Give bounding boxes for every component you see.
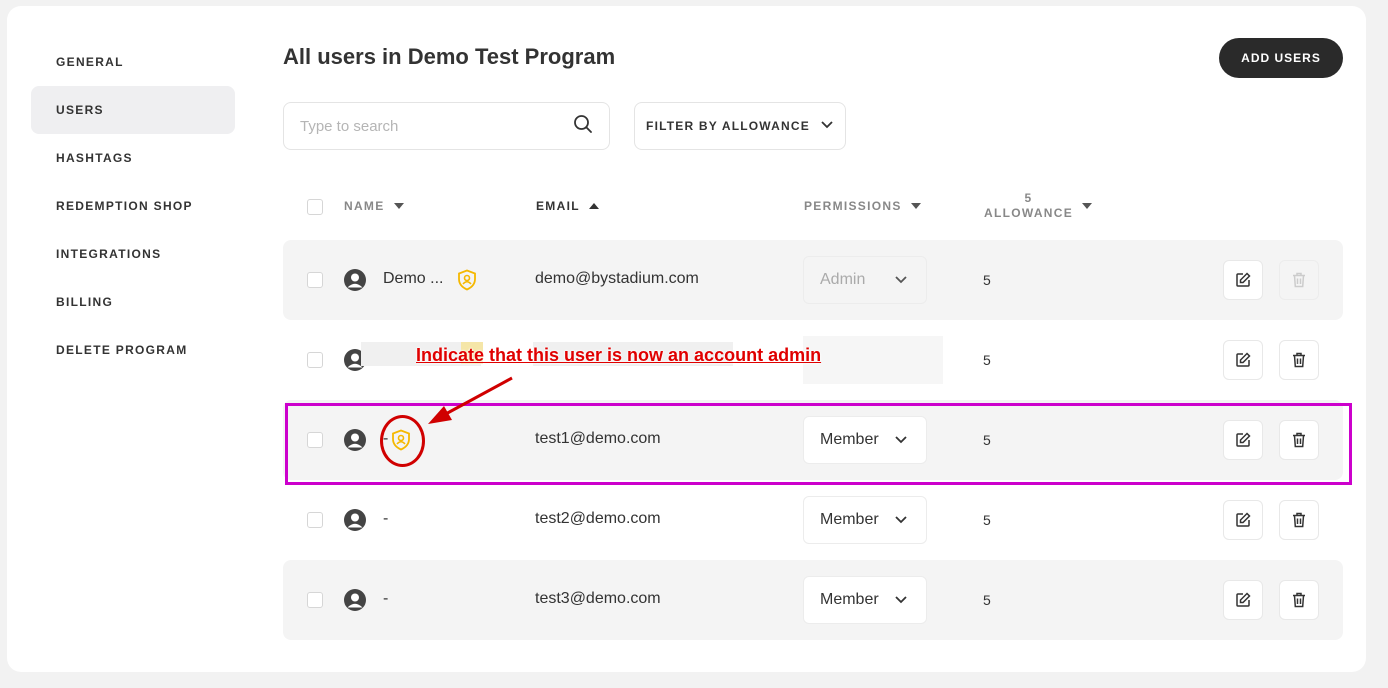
sidebar-item-delete-program[interactable]: DELETE PROGRAM xyxy=(31,326,235,374)
annotation-text: Indicate that this user is now an accoun… xyxy=(416,345,822,365)
sort-down-icon xyxy=(393,203,404,209)
delete-button[interactable] xyxy=(1279,340,1319,380)
admin-shield-icon xyxy=(458,269,476,291)
sort-down-icon xyxy=(910,203,921,209)
permission-select: Admin xyxy=(803,256,927,304)
edit-button[interactable] xyxy=(1223,500,1263,540)
column-header-email[interactable]: EMAIL xyxy=(536,199,600,213)
user-email: test2@demo.com xyxy=(535,510,661,527)
column-header-permissions[interactable]: PERMISSIONS xyxy=(804,199,922,213)
chevron-down-icon xyxy=(895,516,907,524)
chevron-down-icon xyxy=(895,596,907,604)
edit-button[interactable] xyxy=(1223,580,1263,620)
filter-label: FILTER BY ALLOWANCE xyxy=(646,119,810,133)
allowance-value: 5 xyxy=(983,272,991,288)
trash-icon xyxy=(1293,272,1305,288)
edit-icon xyxy=(1236,272,1251,287)
sort-down-icon xyxy=(1082,203,1093,209)
edit-icon xyxy=(1236,352,1251,367)
edit-button[interactable] xyxy=(1223,340,1263,380)
select-all-checkbox[interactable] xyxy=(307,199,323,215)
table-row: - test2@demo.com Member 5 xyxy=(283,480,1343,560)
allowance-value: 5 xyxy=(983,592,991,608)
edit-icon xyxy=(1236,592,1251,607)
user-name: - xyxy=(383,510,389,527)
user-email: demo@bystadium.com xyxy=(535,270,699,287)
table-row: - test3@demo.com Member 5 xyxy=(283,560,1343,640)
allowance-label: ALLOWANCE xyxy=(984,206,1074,220)
row-checkbox[interactable] xyxy=(307,592,323,608)
trash-icon xyxy=(1293,512,1305,528)
search-input[interactable] xyxy=(300,117,573,135)
filter-by-allowance-dropdown[interactable]: FILTER BY ALLOWANCE xyxy=(634,102,846,150)
chevron-down-icon xyxy=(895,276,907,284)
column-header-name[interactable]: NAME xyxy=(344,199,405,213)
annotation-arrow-icon xyxy=(428,376,513,424)
sidebar-item-general[interactable]: GENERAL xyxy=(31,38,235,86)
sidebar-item-hashtags[interactable]: HASHTAGS xyxy=(31,134,235,182)
avatar-icon xyxy=(344,269,366,291)
trash-icon xyxy=(1293,352,1305,368)
page-title: All users in Demo Test Program xyxy=(283,44,616,69)
user-name: Demo ... xyxy=(383,270,444,287)
permission-select[interactable]: Member xyxy=(803,496,927,544)
row-checkbox[interactable] xyxy=(307,512,323,528)
sidebar-item-integrations[interactable]: INTEGRATIONS xyxy=(31,230,235,278)
trash-icon xyxy=(1293,592,1305,608)
column-header-allowance[interactable]: 5 ALLOWANCE xyxy=(984,191,1093,221)
highlight-circle xyxy=(380,415,425,467)
sidebar-item-billing[interactable]: BILLING xyxy=(31,278,235,326)
search-box[interactable] xyxy=(283,102,610,150)
row-checkbox[interactable] xyxy=(307,352,323,368)
sidebar-item-redemption-shop[interactable]: REDEMPTION SHOP xyxy=(31,182,235,230)
user-email: test3@demo.com xyxy=(535,590,661,607)
allowance-value: 5 xyxy=(983,512,991,528)
table-row: Demo ... demo@bystadium.com Admin 5 xyxy=(283,240,1343,320)
allowance-count: 5 xyxy=(1024,191,1033,205)
edit-icon xyxy=(1236,512,1251,527)
chevron-down-icon xyxy=(820,119,834,133)
search-icon[interactable] xyxy=(573,114,593,139)
allowance-value: 5 xyxy=(983,352,991,368)
delete-button[interactable] xyxy=(1279,580,1319,620)
avatar-icon xyxy=(344,509,366,531)
sort-up-icon xyxy=(588,203,599,209)
user-name: - xyxy=(383,590,389,607)
add-users-button[interactable]: ADD USERS xyxy=(1219,38,1343,78)
redacted-permission xyxy=(803,336,943,384)
edit-button[interactable] xyxy=(1223,260,1263,300)
avatar-icon xyxy=(344,589,366,611)
row-checkbox[interactable] xyxy=(307,272,323,288)
delete-button[interactable] xyxy=(1279,500,1319,540)
delete-button xyxy=(1279,260,1319,300)
sidebar-item-users[interactable]: USERS xyxy=(31,86,235,134)
permission-select[interactable]: Member xyxy=(803,576,927,624)
